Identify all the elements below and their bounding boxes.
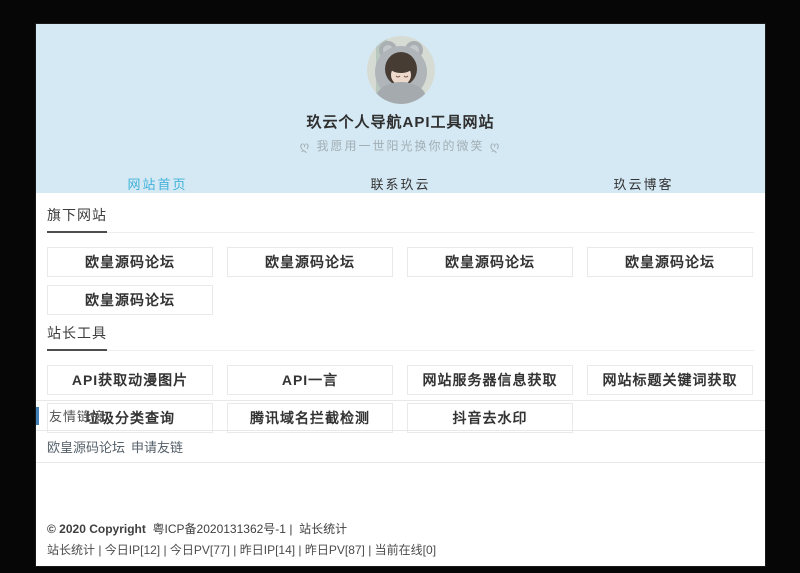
accent-bar [36,407,39,425]
section-sites-heading: 旗下网站 [47,205,107,233]
tool-button[interactable]: 网站标题关键词获取 [587,365,753,395]
friend-links-header: 友情链接 [36,401,765,431]
friend-link-forum[interactable]: 欧皇源码论坛 [47,437,125,456]
site-button[interactable]: 欧皇源码论坛 [587,247,753,277]
footer: © 2020 Copyright 粤ICP备2020131362号-1 | 站长… [36,511,765,566]
footer-copyright-line: © 2020 Copyright 粤ICP备2020131362号-1 | 站长… [47,520,754,537]
site-title: 玖云个人导航API工具网站 [36,111,765,132]
site-button[interactable]: 欧皇源码论坛 [47,285,213,315]
friend-links-section: 友情链接 欧皇源码论坛 申请友链 [36,400,765,463]
section-sites-rule: 旗下网站 [47,205,754,233]
nav-item-home[interactable]: 网站首页 [36,168,279,199]
friend-links-title: 友情链接 [49,406,105,425]
footer-divider: | [289,522,292,536]
section-tools-rule: 站长工具 [47,323,754,351]
nav-item-contact[interactable]: 联系玖云 [279,168,522,199]
footer-stats-line[interactable]: 站长统计 | 今日IP[12] | 今日PV[77] | 昨日IP[14] | … [47,541,754,558]
site-button[interactable]: 欧皇源码论坛 [47,247,213,277]
page: 玖云个人导航API工具网站 ღ 我愿用一世阳光换你的微笑 ღ 网站首页 联系玖云… [36,24,765,566]
avatar[interactable] [367,36,435,104]
friend-link-apply[interactable]: 申请友链 [131,437,183,456]
tool-button[interactable]: API一言 [227,365,393,395]
section-sites: 旗下网站 欧皇源码论坛 欧皇源码论坛 欧皇源码论坛 欧皇源码论坛 欧皇源码论坛 [47,205,754,315]
stats-link[interactable]: 站长统计 [299,522,347,536]
main-nav: 网站首页 联系玖云 玖云博客 [36,168,765,199]
nav-item-blog[interactable]: 玖云博客 [522,168,765,199]
section-sites-grid: 欧皇源码论坛 欧皇源码论坛 欧皇源码论坛 欧皇源码论坛 欧皇源码论坛 [47,247,754,315]
tool-button[interactable]: 网站服务器信息获取 [407,365,573,395]
header: 玖云个人导航API工具网站 ღ 我愿用一世阳光换你的微笑 ღ 网站首页 联系玖云… [36,24,765,193]
avatar-image [367,36,435,104]
friend-links-row: 欧皇源码论坛 申请友链 [36,431,765,463]
icp-number[interactable]: 粤ICP备2020131362号-1 [153,522,286,536]
avatar-wrap [36,24,765,104]
site-button[interactable]: 欧皇源码论坛 [407,247,573,277]
site-button[interactable]: 欧皇源码论坛 [227,247,393,277]
section-tools-heading: 站长工具 [47,323,107,351]
site-subtitle: ღ 我愿用一世阳光换你的微笑 ღ [36,137,765,154]
copyright-text: © 2020 Copyright [47,522,146,536]
tool-button[interactable]: API获取动漫图片 [47,365,213,395]
